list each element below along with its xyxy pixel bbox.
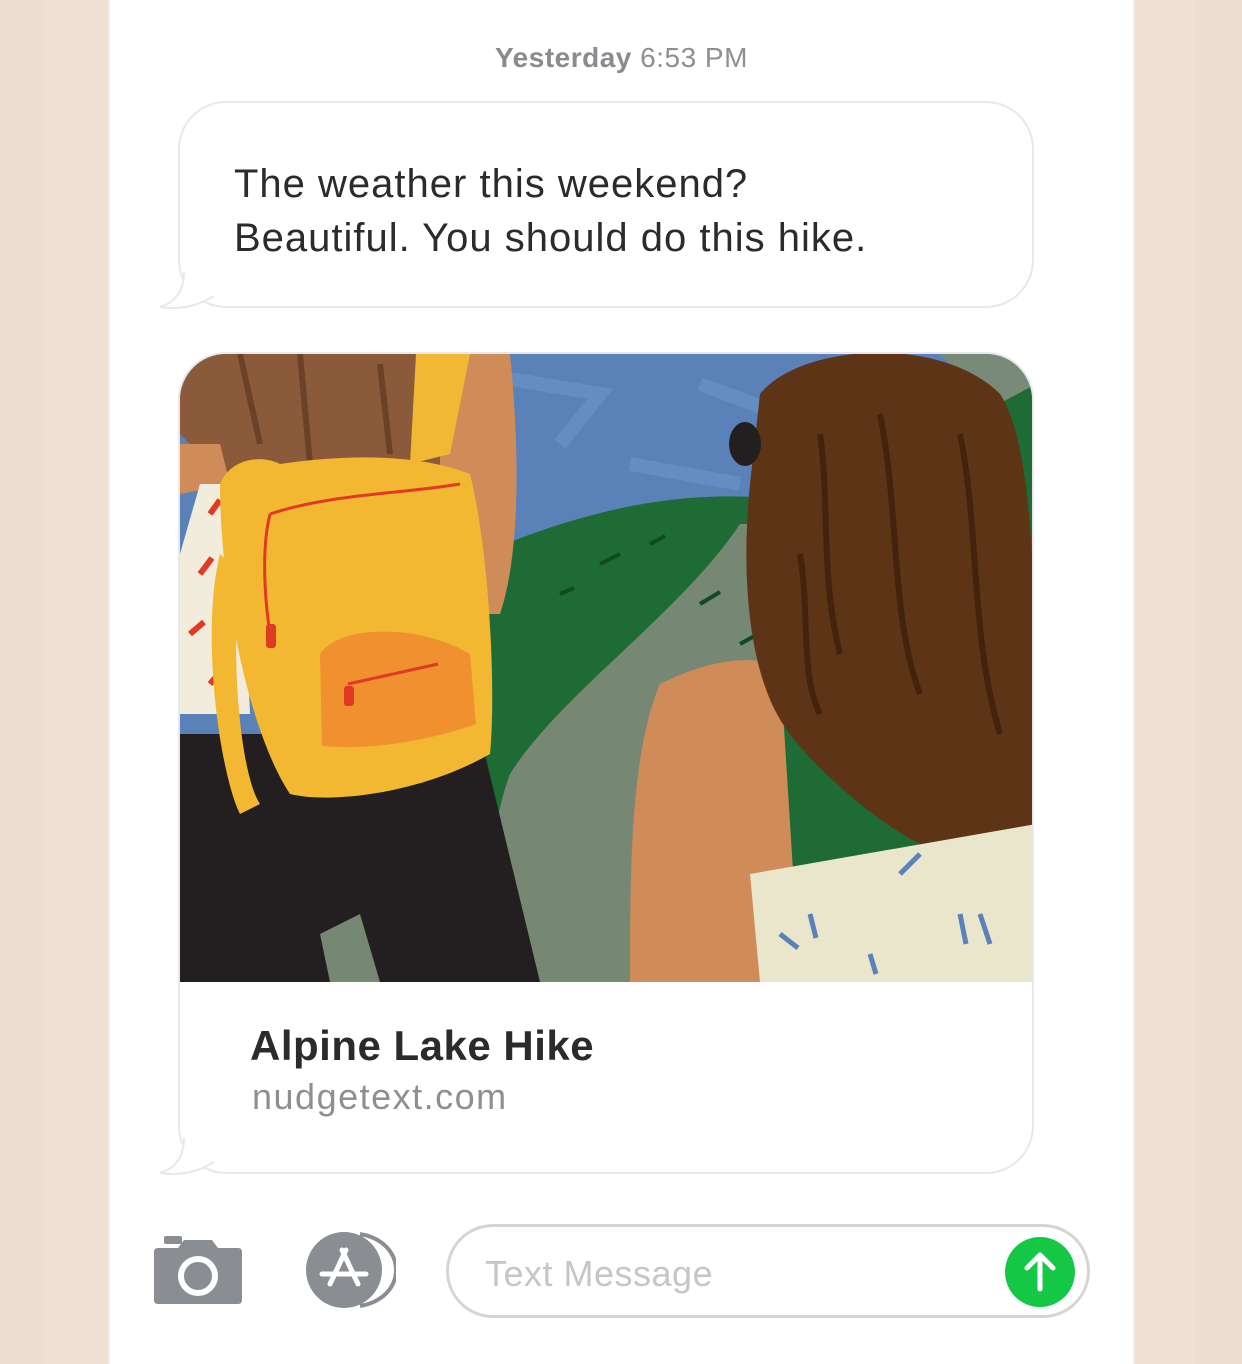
link-bubble-tail [159, 1136, 218, 1175]
send-button[interactable] [1005, 1237, 1075, 1307]
phone-frame-right [1133, 0, 1195, 1364]
app-store-icon [306, 1232, 399, 1308]
link-domain: nudgetext.com [252, 1076, 508, 1117]
bubble-tail [159, 270, 218, 309]
link-preview-bubble[interactable]: Alpine Lake Hike nudgetext.com [178, 352, 1034, 1174]
hikers-illustration [180, 354, 1032, 982]
message-input[interactable]: Text Message [446, 1224, 1090, 1318]
message-placeholder: Text Message [485, 1253, 714, 1294]
incoming-message-bubble[interactable]: The weather this weekend? Beautiful. You… [178, 101, 1034, 308]
camera-icon [154, 1236, 242, 1304]
app-store-button[interactable] [300, 1232, 399, 1308]
timestamp-day: Yesterday [495, 42, 632, 73]
messages-screen: Yesterday 6:53 PM The weather this weeke… [110, 0, 1133, 1364]
message-text: The weather this weekend? Beautiful. You… [234, 162, 868, 260]
arrow-up-icon [1024, 1252, 1056, 1292]
camera-button[interactable] [154, 1236, 242, 1304]
link-title: Alpine Lake Hike [250, 1022, 595, 1069]
message-timestamp: Yesterday 6:53 PM [110, 42, 1133, 74]
phone-frame-left [44, 0, 110, 1364]
timestamp-time: 6:53 PM [640, 42, 748, 73]
